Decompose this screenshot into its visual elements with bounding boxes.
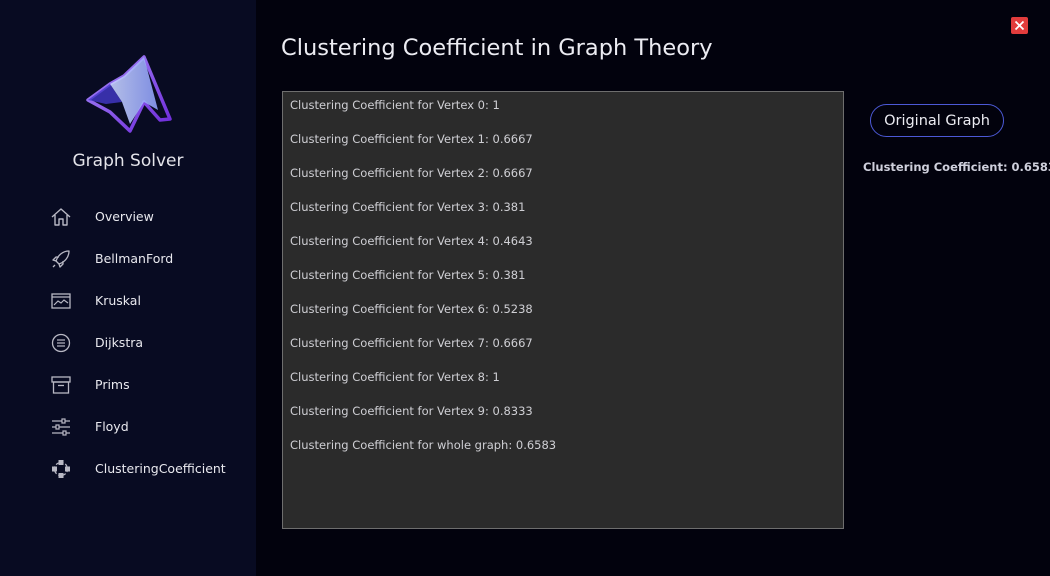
close-button[interactable] (1011, 17, 1028, 34)
sidebar-item-label: Overview (95, 209, 154, 224)
sidebar-item-bellmanford[interactable]: BellmanFord (0, 238, 256, 280)
sidebar-item-label: BellmanFord (95, 251, 174, 266)
results-textbox[interactable]: Clustering Coefficient for Vertex 0: 1 C… (282, 91, 844, 529)
clustering-coefficient-summary: Clustering Coefficient: 0.6583 (863, 160, 1050, 174)
result-line: Clustering Coefficient for Vertex 3: 0.3… (290, 200, 526, 214)
sidebar-item-dijkstra[interactable]: Dijkstra (0, 322, 256, 364)
sidebar-item-label: Kruskal (95, 293, 141, 308)
sidebar-item-floyd[interactable]: Floyd (0, 406, 256, 448)
result-line: Clustering Coefficient for Vertex 4: 0.4… (290, 234, 533, 248)
sidebar-item-label: ClusteringCoefficient (95, 461, 226, 476)
result-line: Clustering Coefficient for Vertex 8: 1 (290, 370, 500, 384)
result-line: Clustering Coefficient for Vertex 1: 0.6… (290, 132, 533, 146)
result-line: Clustering Coefficient for whole graph: … (290, 438, 557, 452)
sidebar-item-label: Floyd (95, 419, 129, 434)
result-line: Clustering Coefficient for Vertex 9: 0.8… (290, 404, 533, 418)
page-title: Clustering Coefficient in Graph Theory (281, 35, 713, 61)
archive-icon (50, 374, 72, 396)
sidebar-item-label: Prims (95, 377, 130, 392)
sidebar-item-kruskal[interactable]: Kruskal (0, 280, 256, 322)
rocket-icon (50, 248, 72, 270)
sidebar: Graph Solver Overview BellmanFord Kruska… (0, 0, 256, 576)
sidebar-item-prims[interactable]: Prims (0, 364, 256, 406)
sidebar-item-label: Dijkstra (95, 335, 144, 350)
network-icon (50, 458, 72, 480)
sidebar-item-overview[interactable]: Overview (0, 196, 256, 238)
result-line: Clustering Coefficient for Vertex 6: 0.5… (290, 302, 533, 316)
chart-window-icon (50, 290, 72, 312)
home-icon (50, 206, 72, 228)
sliders-icon (50, 416, 72, 438)
result-line: Clustering Coefficient for Vertex 2: 0.6… (290, 166, 533, 180)
original-graph-button[interactable]: Original Graph (870, 104, 1004, 137)
app-title: Graph Solver (72, 151, 184, 171)
list-circle-icon (50, 332, 72, 354)
result-line: Clustering Coefficient for Vertex 0: 1 (290, 98, 500, 112)
sidebar-item-clusteringcoefficient[interactable]: ClusteringCoefficient (0, 448, 256, 490)
result-line: Clustering Coefficient for Vertex 5: 0.3… (290, 268, 526, 282)
app-logo-icon (86, 55, 172, 133)
result-line: Clustering Coefficient for Vertex 7: 0.6… (290, 336, 533, 350)
close-icon (1014, 20, 1025, 31)
